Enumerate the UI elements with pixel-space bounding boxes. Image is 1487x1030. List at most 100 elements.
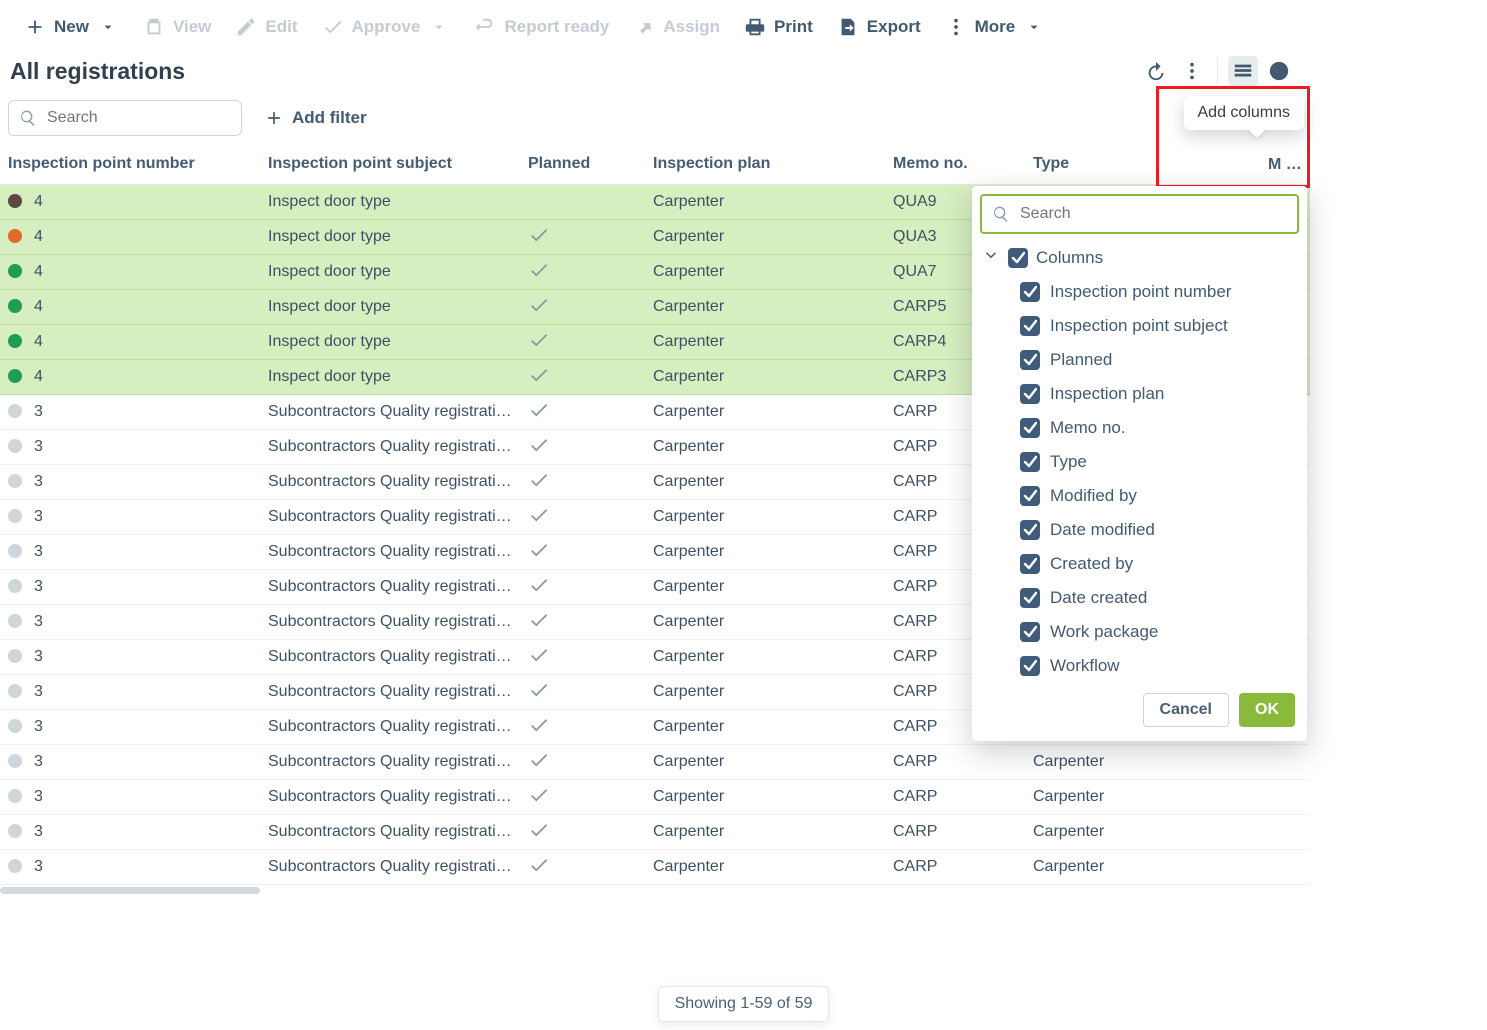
checkbox-icon[interactable] <box>1020 418 1040 438</box>
cancel-button[interactable]: Cancel <box>1143 693 1229 727</box>
col-header-memo[interactable]: Memo no. <box>885 146 1025 185</box>
cell-plan: Carpenter <box>645 675 885 710</box>
column-group-toggle[interactable]: Columns <box>980 242 1295 275</box>
column-option[interactable]: Date created <box>980 581 1295 615</box>
caret-down-icon <box>1023 16 1045 38</box>
scrollbar-thumb[interactable] <box>0 887 260 894</box>
ok-button[interactable]: OK <box>1239 693 1295 727</box>
cell-memo: CARP <box>885 745 1025 780</box>
column-option-label: Inspection point subject <box>1050 316 1228 336</box>
checkbox-icon[interactable] <box>1020 384 1040 404</box>
checkbox-icon[interactable] <box>1020 486 1040 506</box>
col-header-number[interactable]: Inspection point number <box>0 146 260 185</box>
column-option[interactable]: Inspection plan <box>980 377 1295 411</box>
column-option-label: Inspection plan <box>1050 384 1164 404</box>
column-option[interactable]: Planned <box>980 343 1295 377</box>
column-option[interactable]: Inspection point number <box>980 275 1295 309</box>
redo-icon <box>474 16 496 38</box>
col-header-planned[interactable]: Planned <box>520 146 645 185</box>
cell-plan: Carpenter <box>645 815 885 850</box>
column-option[interactable]: Date modified <box>980 513 1295 547</box>
col-header-subject[interactable]: Inspection point subject <box>260 146 520 185</box>
report-ready-button[interactable]: Report ready <box>464 10 619 44</box>
table-row[interactable]: 3Subcontractors Quality registratio…Carp… <box>0 745 1310 780</box>
plus-icon <box>24 16 46 38</box>
plus-icon <box>264 108 284 128</box>
column-option-label: Date created <box>1050 588 1147 608</box>
status-dot-icon <box>8 299 22 313</box>
cell-planned <box>520 745 645 780</box>
new-button[interactable]: New <box>14 10 129 44</box>
cell-modified <box>1260 745 1310 780</box>
checkbox-icon[interactable] <box>1020 588 1040 608</box>
cell-subject: Subcontractors Quality registratio… <box>260 570 520 605</box>
checkbox-icon[interactable] <box>1020 452 1040 472</box>
cell-number: 3 <box>0 570 260 605</box>
more-button[interactable]: More <box>935 10 1056 44</box>
column-option-label: Memo no. <box>1050 418 1126 438</box>
check-icon <box>528 268 550 285</box>
cell-number: 3 <box>0 605 260 640</box>
check-icon <box>528 583 550 600</box>
status-dot-icon <box>8 859 22 873</box>
col-header-plan[interactable]: Inspection plan <box>645 146 885 185</box>
add-column-button[interactable] <box>1292 154 1310 172</box>
export-button[interactable]: Export <box>827 10 931 44</box>
status-dot-icon <box>8 649 22 663</box>
column-option[interactable]: Created by <box>980 547 1295 581</box>
cell-plan: Carpenter <box>645 395 885 430</box>
cell-plan: Carpenter <box>645 360 885 395</box>
add-filter-button[interactable]: Add filter <box>264 108 367 128</box>
edit-button[interactable]: Edit <box>225 10 307 44</box>
search-box[interactable] <box>8 100 242 136</box>
table-row[interactable]: 3Subcontractors Quality registratio…Carp… <box>0 815 1310 850</box>
checkbox-icon[interactable] <box>1020 282 1040 302</box>
status-text: Showing 1-59 of 59 <box>675 995 813 1012</box>
column-option[interactable]: Work package <box>980 615 1295 649</box>
column-option[interactable]: Workflow <box>980 649 1295 683</box>
col-header-type[interactable]: Type <box>1025 146 1260 185</box>
column-picker-search-input[interactable] <box>1018 204 1287 224</box>
column-picker-search[interactable] <box>980 194 1299 234</box>
overflow-button[interactable] <box>1177 56 1207 86</box>
view-button[interactable]: View <box>133 10 221 44</box>
checkbox-icon[interactable] <box>1020 554 1040 574</box>
cell-plan: Carpenter <box>645 570 885 605</box>
print-button[interactable]: Print <box>734 10 823 44</box>
report-ready-label: Report ready <box>504 17 609 37</box>
status-dot-icon <box>8 684 22 698</box>
table-row[interactable]: 3Subcontractors Quality registratio…Carp… <box>0 780 1310 815</box>
checkbox-icon[interactable] <box>1020 520 1040 540</box>
cell-modified <box>1260 780 1310 815</box>
checkbox-icon[interactable] <box>1020 350 1040 370</box>
checkbox-icon[interactable] <box>1020 316 1040 336</box>
column-group-label: Columns <box>1036 248 1103 268</box>
assign-label: Assign <box>663 17 720 37</box>
assign-button[interactable]: Assign <box>623 10 730 44</box>
approve-button[interactable]: Approve <box>312 10 461 44</box>
refresh-button[interactable] <box>1141 56 1171 86</box>
column-option-label: Type <box>1050 452 1087 472</box>
checkbox-icon[interactable] <box>1008 248 1028 268</box>
column-option-label: Date modified <box>1050 520 1155 540</box>
column-option[interactable]: Inspection point subject <box>980 309 1295 343</box>
search-input[interactable] <box>45 108 256 128</box>
check-icon <box>322 16 344 38</box>
list-view-button[interactable] <box>1228 56 1258 86</box>
horizontal-scrollbar[interactable] <box>0 887 1310 897</box>
col-header-modified[interactable]: M <box>1260 146 1310 185</box>
status-dot-icon <box>8 789 22 803</box>
checkbox-icon[interactable] <box>1020 656 1040 676</box>
column-option[interactable]: Type <box>980 445 1295 479</box>
column-option[interactable]: Modified by <box>980 479 1295 513</box>
status-dot-icon <box>8 614 22 628</box>
chart-view-button[interactable] <box>1264 56 1294 86</box>
column-option[interactable]: Memo no. <box>980 411 1295 445</box>
checkbox-icon[interactable] <box>1020 622 1040 642</box>
search-icon <box>19 109 37 127</box>
status-dot-icon <box>8 404 22 418</box>
table-row[interactable]: 3Subcontractors Quality registratio…Carp… <box>0 850 1310 885</box>
search-icon <box>992 205 1010 223</box>
divider <box>1217 57 1218 85</box>
cell-number: 3 <box>0 780 260 815</box>
